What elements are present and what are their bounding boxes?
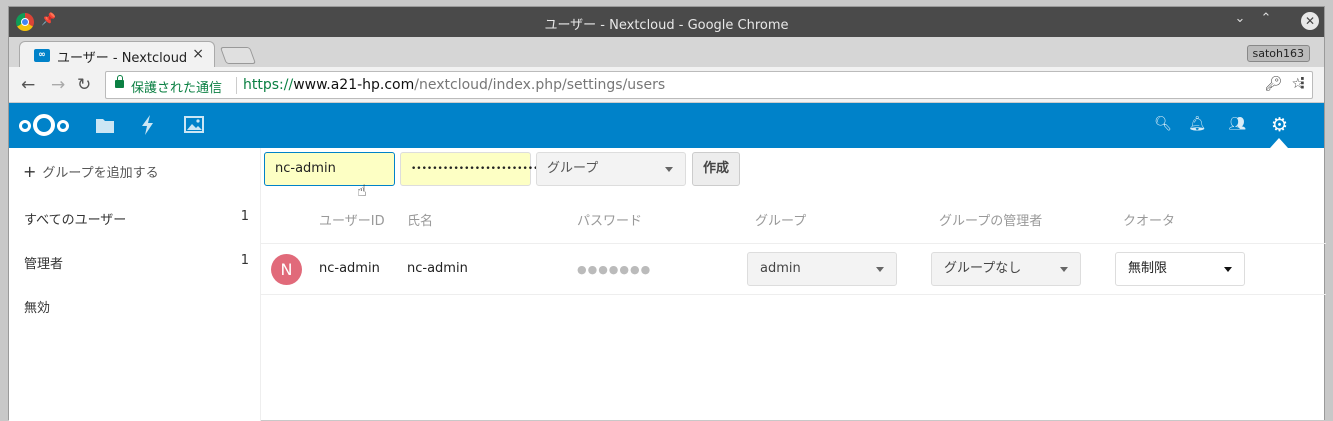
profile-badge[interactable]: satoh163 [1246,45,1310,62]
quota-select[interactable]: 無制限 [1115,252,1245,286]
activity-lightning-icon[interactable] [141,115,155,135]
sidebar-item-label: 管理者 [24,257,64,272]
maximize-icon[interactable]: ⌃ [1256,11,1276,26]
avatar: N [271,254,302,285]
chevron-down-icon [665,167,673,172]
nextcloud-header: 🔍︎ 🔔︎ 👥︎ ⚙ [9,103,1324,148]
tab-label: ユーザー - Nextcloud [57,51,188,66]
cell-password[interactable]: ●●●●●●● [577,263,651,276]
address-divider [236,77,237,94]
table-row: N nc-admin nc-admin ●●●●●●● admin グループなし… [261,243,1326,295]
chevron-down-icon [1060,267,1068,272]
create-user-button[interactable]: 作成 [692,152,741,186]
window-close-icon[interactable]: ✕ [1301,12,1319,30]
search-icon[interactable]: 🔍︎ [1154,116,1172,132]
chevron-down-icon [876,267,884,272]
group-select-label: グループ [547,161,599,176]
back-icon[interactable]: ← [21,75,35,95]
lock-icon [115,75,124,88]
browser-tab[interactable]: ∞ ユーザー - Nextcloud × [19,41,215,67]
new-tab-button[interactable] [219,47,257,64]
contacts-icon[interactable]: 👥︎ [1228,116,1246,132]
gallery-image-icon[interactable] [184,116,204,133]
url-scheme: https:// [243,77,294,93]
hand-cursor-icon: ☝ [357,181,367,200]
url-host: www.a21-hp.com [293,77,415,93]
tab-close-icon[interactable]: × [192,46,204,62]
sidebar-item-label: すべてのユーザー [24,213,127,228]
group-dropdown[interactable]: admin [747,252,897,286]
header-groups: グループ [755,214,807,229]
sidebar-item-disabled[interactable]: 無効 [9,281,261,325]
toolbar: ← → ↻ 保護された通信 https://www.a21-hp.com/nex… [9,67,1324,103]
sidebar-item-label: 無効 [24,301,51,316]
url-path: /nextcloud/index.php/settings/users [414,77,666,93]
group-admin-dropdown[interactable]: グループなし [931,252,1081,286]
minimize-icon[interactable]: ⌄ [1230,11,1250,26]
group-admin-dropdown-value: グループなし [944,261,1022,276]
forward-icon[interactable]: → [51,75,65,95]
sidebar-item-all-users[interactable]: すべてのユーザー 1 [9,193,261,237]
cell-user-id: nc-admin [319,261,380,276]
security-label: 保護された通信 [131,81,223,96]
quota-select-value: 無制限 [1128,261,1168,276]
new-password-input[interactable]: ••••••••••••••••••••••••• [400,152,544,186]
sidebar-item-count: 1 [240,253,249,268]
title-bar: 📌 ユーザー - Nextcloud - Google Chrome ⌄ ⌃ ✕ [9,7,1324,37]
plus-icon: + [23,162,37,181]
sidebar-item-admin[interactable]: 管理者 1 [9,237,261,281]
window-title: ユーザー - Nextcloud - Google Chrome [544,18,789,33]
sidebar-item-count: 1 [240,209,249,224]
group-select[interactable]: グループ [536,152,686,186]
key-icon[interactable]: 🔑︎ [1265,76,1283,92]
header-group-admin: グループの管理者 [939,214,1043,229]
browser-window: 📌 ユーザー - Nextcloud - Google Chrome ⌄ ⌃ ✕… [8,6,1326,421]
address-bar[interactable]: 保護された通信 https://www.a21-hp.com/nextcloud… [105,71,1313,99]
settings-gear-icon[interactable]: ⚙ [1271,114,1288,136]
new-username-input[interactable]: nc-admin [264,152,395,186]
notifications-bell-icon[interactable]: 🔔︎ [1188,116,1206,132]
groups-sidebar: + グループを追加する すべてのユーザー 1 管理者 1 無効 [9,148,261,421]
cell-display-name[interactable]: nc-admin [407,261,468,276]
header-quota: クオータ [1123,214,1176,229]
chrome-menu-icon[interactable]: ⋮ [1295,74,1310,92]
tab-strip: ∞ ユーザー - Nextcloud × satoh163 [9,37,1324,67]
users-panel: nc-admin ••••••••••••••••••••••••• グループ … [261,148,1326,421]
group-dropdown-value: admin [760,261,801,276]
reload-icon[interactable]: ↻ [77,75,91,95]
header-user-id[interactable]: ユーザーID [319,210,385,229]
url-text[interactable]: https://www.a21-hp.com/nextcloud/index.p… [243,77,665,93]
chevron-down-icon [1224,267,1232,272]
header-display-name[interactable]: 氏名 [407,210,433,229]
files-folder-icon[interactable] [95,116,115,134]
header-password: パスワード [577,214,643,229]
nextcloud-logo-icon[interactable] [19,114,79,136]
nextcloud-favicon-icon: ∞ [34,49,50,62]
settings-menu-caret [1270,138,1288,148]
add-group-button[interactable]: + グループを追加する [23,162,159,181]
add-group-label: グループを追加する [42,166,159,181]
